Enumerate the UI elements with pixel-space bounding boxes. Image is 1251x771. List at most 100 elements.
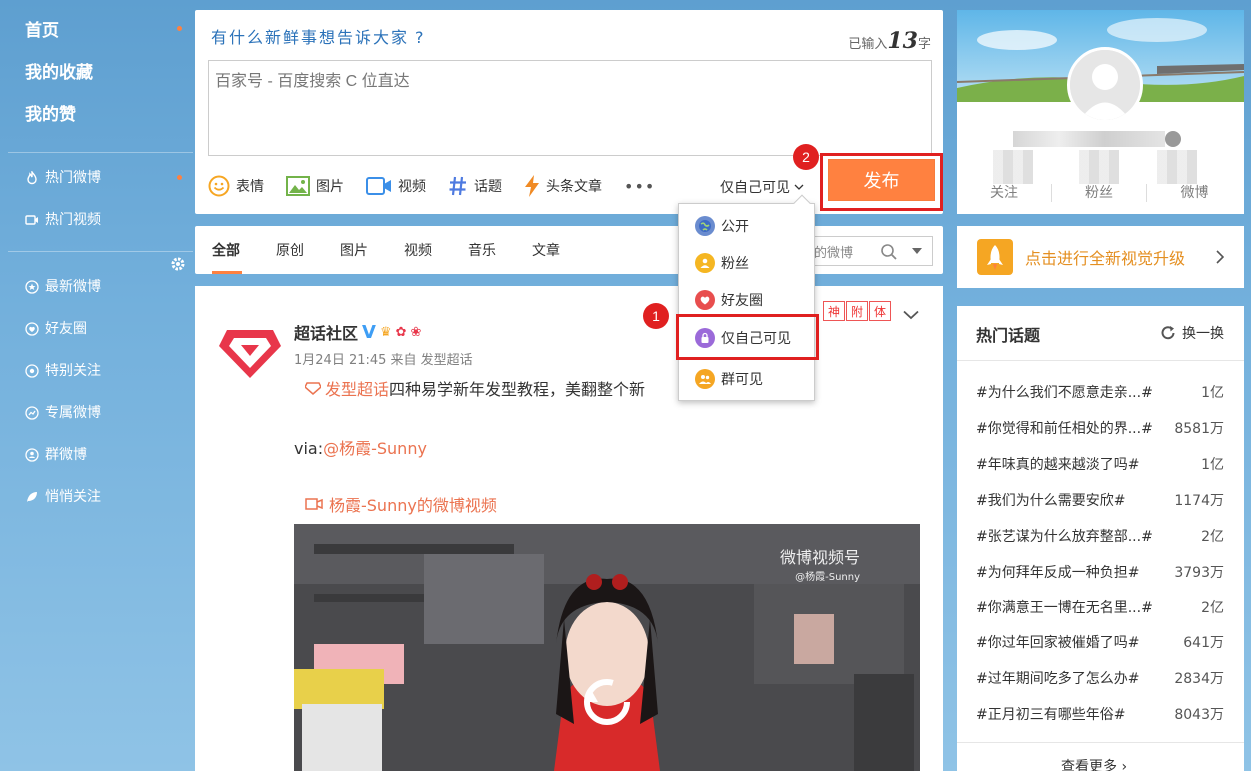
- compose-input[interactable]: [208, 60, 932, 156]
- visibility-value: 仅自己可见: [720, 180, 790, 196]
- visibility-selector[interactable]: 仅自己可见: [720, 177, 804, 197]
- option-label: 群可见: [721, 372, 763, 388]
- hot-topic-item[interactable]: #正月初三有哪些年俗# 8043万: [976, 704, 1224, 724]
- topic-text: #过年期间吃多了怎么办#: [976, 671, 1140, 687]
- nav-special[interactable]: 特别关注: [8, 350, 193, 392]
- nav-favorites-label: 我的收藏: [25, 63, 93, 83]
- topic-count: 641万: [1183, 635, 1224, 651]
- visibility-option-fans[interactable]: 粉丝: [695, 249, 749, 277]
- emoji-button[interactable]: 表情: [208, 175, 264, 197]
- stat-value-blurred: [1079, 150, 1119, 184]
- topic-button[interactable]: 话题: [448, 176, 502, 196]
- tab-original[interactable]: 原创: [276, 240, 304, 260]
- refresh-label: 换一换: [1182, 326, 1224, 342]
- nav-secret-follow-label: 悄悄关注: [45, 489, 101, 505]
- topic-tag-link[interactable]: 发型超话: [325, 376, 389, 400]
- nav-home-label: 首页: [25, 21, 59, 41]
- nav-group-weibo[interactable]: 群微博: [8, 434, 193, 476]
- feed-search-placeholder: 的微博: [814, 245, 854, 261]
- upgrade-banner[interactable]: 点击进行全新视觉升级: [957, 226, 1244, 288]
- help-icon[interactable]: ?: [415, 28, 426, 47]
- visibility-option-public[interactable]: 公开: [695, 212, 749, 240]
- nav-friends[interactable]: 好友圈: [8, 308, 193, 350]
- search-icon[interactable]: [880, 243, 898, 261]
- hot-topic-item[interactable]: #你过年回家被催婚了吗# 641万: [976, 632, 1224, 652]
- search-dropdown-icon[interactable]: [912, 248, 922, 254]
- step-badge-2: 2: [793, 144, 819, 170]
- watermark-text: 微博视频号: [780, 548, 861, 567]
- video-button[interactable]: 视频: [366, 176, 426, 196]
- profile-name-blurred[interactable]: [1013, 131, 1165, 147]
- topic-count: 2亿: [1201, 529, 1224, 545]
- stat-following[interactable]: 关注: [957, 184, 1052, 202]
- nav-hot-weibo-label: 热门微博: [45, 170, 101, 186]
- hot-topic-item[interactable]: #我们为什么需要安欣# 1174万: [976, 490, 1224, 510]
- nav-hot-weibo[interactable]: 热门微博: [8, 157, 193, 199]
- stat-posts[interactable]: 微博: [1147, 184, 1242, 202]
- visibility-option-friends[interactable]: 好友圈: [695, 286, 763, 314]
- visibility-option-group[interactable]: 群可见: [695, 365, 763, 393]
- video-link-text: 杨霞-Sunny的微博视频: [329, 496, 497, 515]
- hot-topic-item[interactable]: #为什么我们不愿意走亲...# 1亿: [976, 382, 1224, 402]
- stat-followers[interactable]: 粉丝: [1052, 184, 1147, 202]
- nav-hot-video[interactable]: 热门视频: [8, 199, 193, 241]
- compose-prompt-text: 有什么新鲜事想告诉大家: [211, 28, 410, 47]
- char-count-prefix: 已输入: [848, 37, 888, 52]
- stamp-char: 附: [846, 301, 868, 321]
- refresh-button[interactable]: 换一换: [1160, 323, 1224, 343]
- publish-button[interactable]: 发布: [828, 159, 935, 201]
- see-more-label: 查看更多: [1061, 759, 1117, 771]
- lightning-icon: [525, 175, 539, 197]
- image-button[interactable]: 图片: [286, 176, 344, 196]
- hot-topic-item[interactable]: #过年期间吃多了怎么办# 2834万: [976, 668, 1224, 688]
- nav-latest[interactable]: 最新微博: [8, 266, 193, 308]
- avatar[interactable]: [219, 318, 281, 380]
- nav-likes[interactable]: 我的赞: [25, 102, 193, 144]
- heart-icon: [695, 290, 715, 310]
- article-button[interactable]: 头条文章: [524, 175, 602, 197]
- hot-topic-item[interactable]: #为何拜年反成一种负担# 3793万: [976, 562, 1224, 582]
- tab-images[interactable]: 图片: [340, 240, 368, 260]
- compose-toolbar: 表情 图片 视频 话题 头条文章 •••: [208, 173, 677, 199]
- option-label: 公开: [721, 219, 749, 235]
- video-link[interactable]: 杨霞-Sunny的微博视频: [305, 492, 497, 516]
- topic-text: #年味真的越来越淡了吗#: [976, 457, 1140, 473]
- image-label: 图片: [316, 179, 344, 195]
- see-more-link[interactable]: 查看更多 ›: [1061, 756, 1127, 771]
- active-tab-indicator: [212, 271, 242, 274]
- topic-text: #为何拜年反成一种负担#: [976, 565, 1140, 581]
- topic-count: 1174万: [1174, 493, 1224, 509]
- eye-icon: [25, 364, 39, 378]
- more-tools-button[interactable]: •••: [624, 177, 655, 196]
- topic-text: #我们为什么需要安欣#: [976, 493, 1126, 509]
- tab-articles[interactable]: 文章: [532, 240, 560, 260]
- hot-topic-item[interactable]: #你觉得和前任相处的界...# 8581万: [976, 418, 1224, 438]
- nav-exclusive[interactable]: 专属微博: [8, 392, 193, 434]
- step-badge-1: 1: [643, 303, 669, 329]
- emoji-label: 表情: [236, 179, 264, 195]
- tab-videos[interactable]: 视频: [404, 240, 432, 260]
- nav-hot-video-label: 热门视频: [45, 212, 101, 228]
- nav-home[interactable]: 首页: [25, 18, 193, 60]
- tab-music[interactable]: 音乐: [468, 240, 496, 260]
- nav-secret-follow[interactable]: 悄悄关注: [8, 476, 193, 518]
- post-meta: 1月24日 21:45 来自 发型超话: [294, 353, 473, 368]
- membership-icon[interactable]: [1165, 131, 1181, 147]
- hot-topic-item[interactable]: #年味真的越来越淡了吗# 1亿: [976, 454, 1224, 474]
- topic-text: #你觉得和前任相处的界...#: [976, 421, 1153, 437]
- image-icon: [286, 176, 310, 196]
- nav-favorites[interactable]: 我的收藏: [25, 60, 193, 102]
- feed-search-input[interactable]: 的微博: [807, 236, 933, 266]
- tab-all[interactable]: 全部: [212, 240, 240, 260]
- hot-topic-item[interactable]: #张艺谋为什么放弃整部...# 2亿: [976, 526, 1224, 546]
- hot-topic-item[interactable]: #你满意王一博在无名里...# 2亿: [976, 597, 1224, 617]
- profile-avatar[interactable]: [1067, 47, 1143, 123]
- leaf-icon: [25, 490, 39, 504]
- verified-badge: V: [362, 321, 376, 343]
- mention-link[interactable]: @杨霞-Sunny: [323, 439, 427, 458]
- video-player[interactable]: 微博视频号 @杨霞-Sunny: [294, 524, 920, 771]
- post-username[interactable]: 超话社区 V ♛ ✿ ❀: [294, 320, 421, 344]
- feed-tabs-bar: 全部 原创 图片 视频 音乐 文章 的微博: [195, 226, 943, 274]
- chevron-down-icon[interactable]: [903, 310, 919, 320]
- topic-count: 1亿: [1201, 385, 1224, 401]
